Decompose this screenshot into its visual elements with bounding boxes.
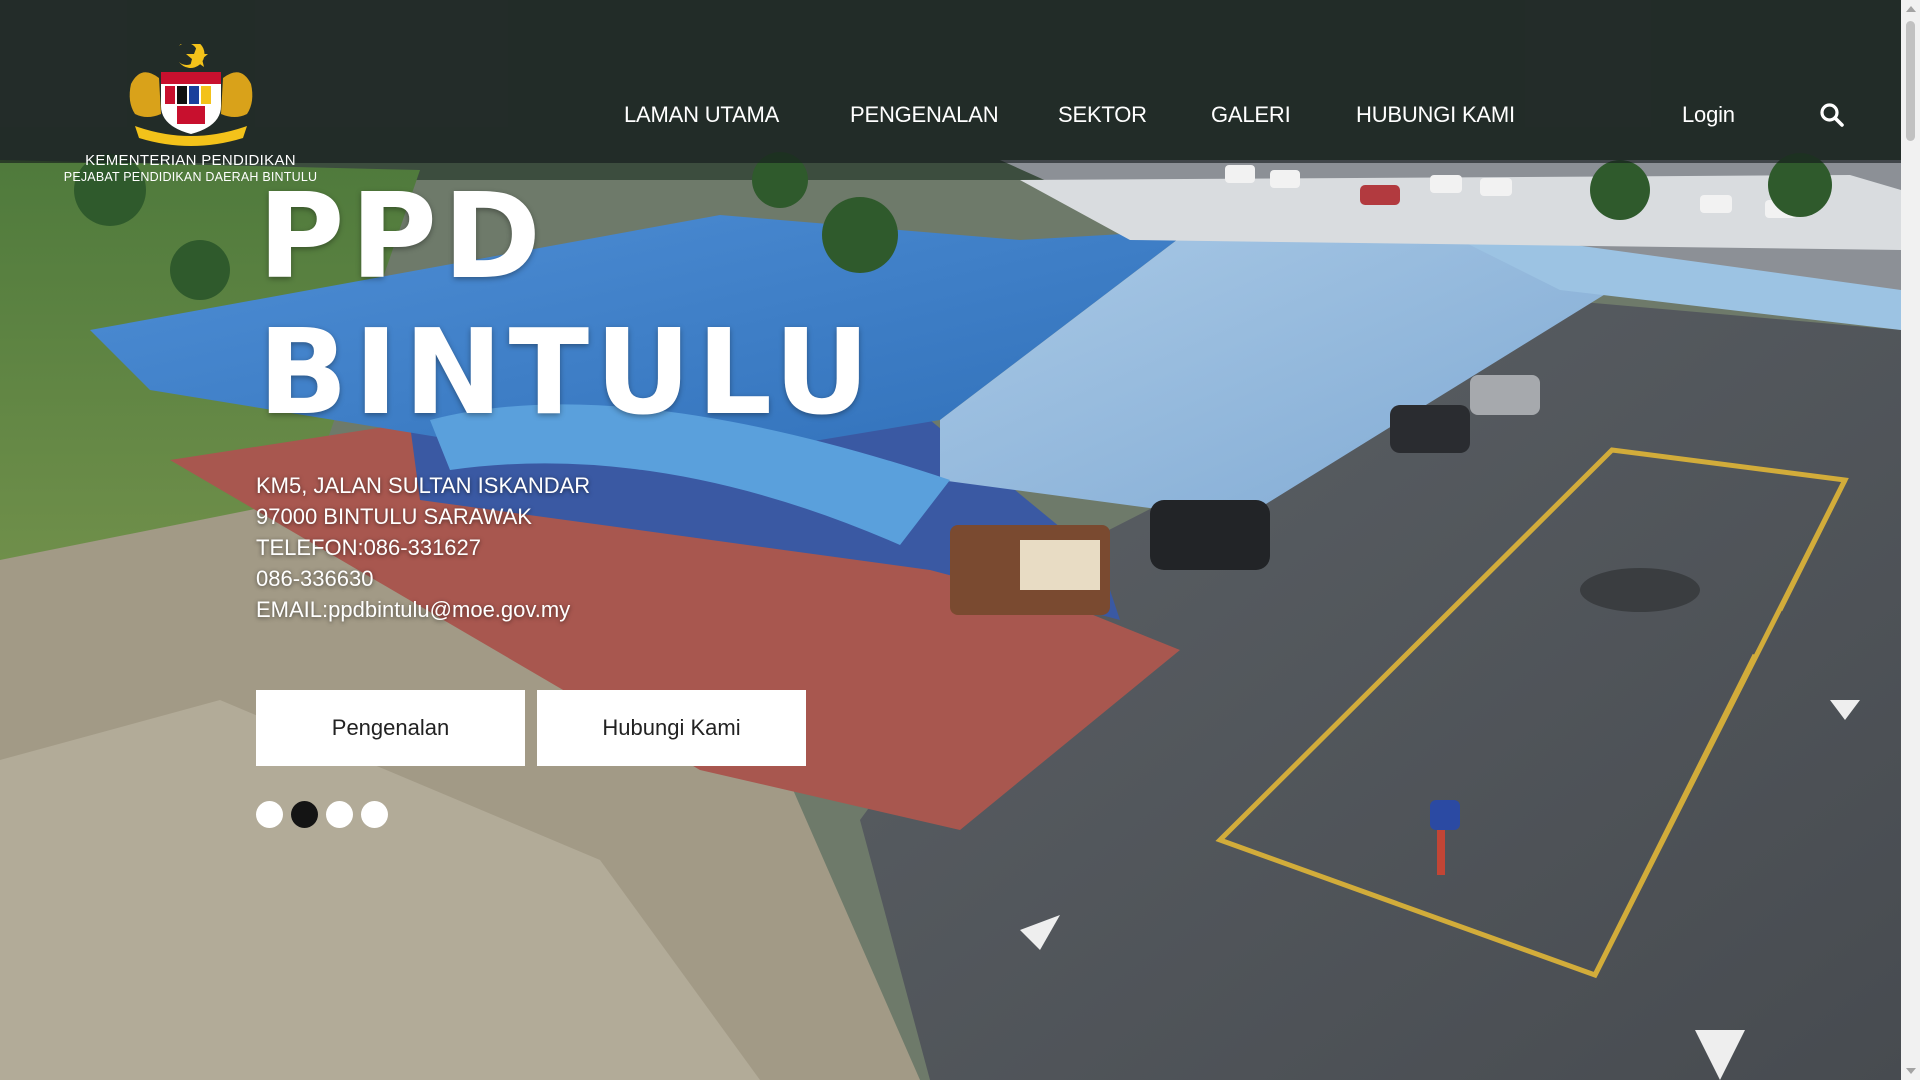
nav-item-laman-utama[interactable]: LAMAN UTAMA (624, 102, 779, 128)
scroll-down-arrow-icon[interactable] (1906, 1068, 1916, 1074)
slide-dot-2[interactable] (291, 801, 318, 828)
address-line: 97000 BINTULU SARAWAK (256, 504, 532, 529)
address-line: KM5, JALAN SULTAN ISKANDAR (256, 473, 591, 498)
contact-address: KM5, JALAN SULTAN ISKANDAR 97000 BINTULU… (256, 470, 856, 625)
hero-title: PPD BINTULU (258, 168, 958, 440)
nav-item-pengenalan[interactable]: PENGENALAN (850, 102, 999, 128)
scroll-up-arrow-icon[interactable] (1906, 6, 1916, 12)
hubungi-kami-button[interactable]: Hubungi Kami (537, 690, 806, 766)
coat-of-arms-icon (129, 44, 252, 146)
nav-item-galeri[interactable]: GALERI (1211, 102, 1291, 128)
page-scrollbar[interactable] (1901, 0, 1920, 1080)
nav-item-sektor[interactable]: SEKTOR (1058, 102, 1147, 128)
slide-dot-1[interactable] (256, 801, 283, 828)
scrollbar-thumb[interactable] (1906, 21, 1915, 141)
site-header: KEMENTERIAN PENDIDIKAN PEJABAT PENDIDIKA… (0, 0, 1901, 184)
phone-line: 086-336630 (256, 566, 374, 591)
hero-title-line2: BINTULU (258, 303, 876, 441)
email-line: EMAIL:ppdbintulu@moe.gov.my (256, 597, 571, 622)
phone-line: TELEFON:086-331627 (256, 535, 482, 560)
search-button[interactable] (1819, 102, 1845, 128)
hero-title-line1: PPD (258, 167, 547, 305)
slide-dot-4[interactable] (361, 801, 388, 828)
search-icon (1820, 103, 1844, 127)
nav-item-hubungi-kami[interactable]: HUBUNGI KAMI (1356, 102, 1515, 128)
login-link[interactable]: Login (1682, 102, 1735, 128)
slide-dot-3[interactable] (326, 801, 353, 828)
ministry-logo[interactable]: KEMENTERIAN PENDIDIKAN PEJABAT PENDIDIKA… (58, 44, 323, 184)
pengenalan-button[interactable]: Pengenalan (256, 690, 525, 766)
